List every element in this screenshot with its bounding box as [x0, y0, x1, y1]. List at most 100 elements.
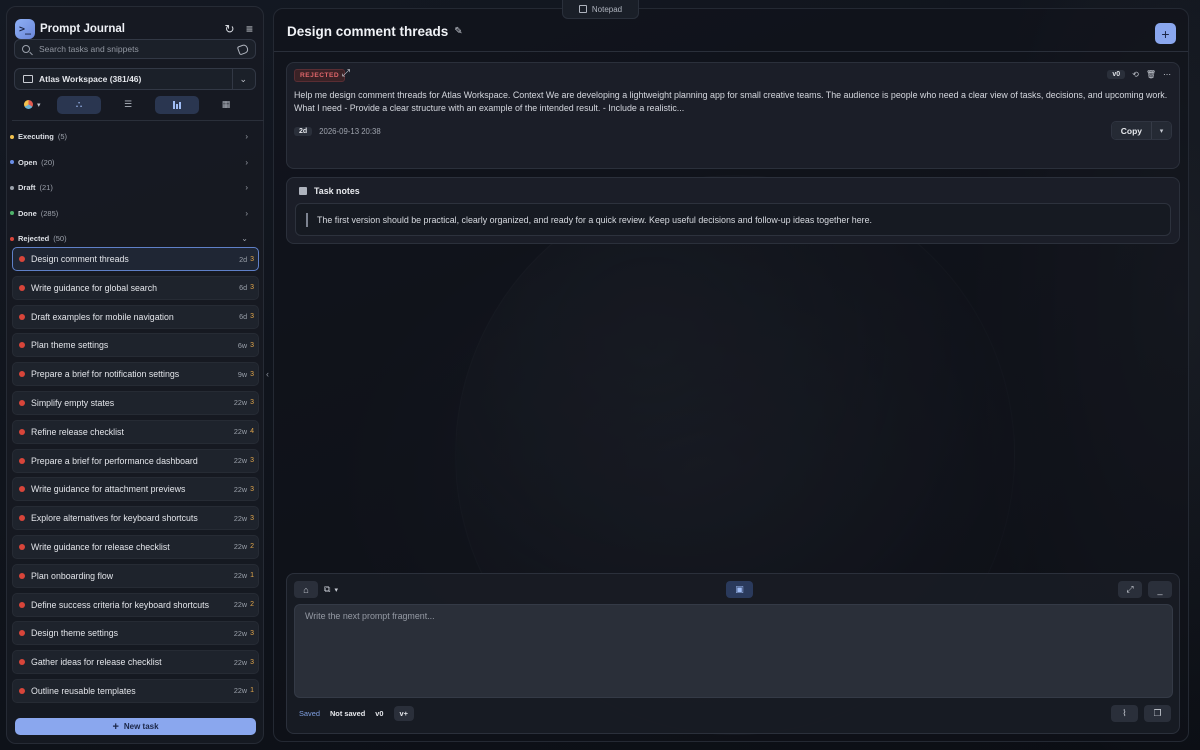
page-title-row: Design comment threads ✎	[287, 24, 463, 39]
quote-bar	[306, 212, 308, 227]
task-title: Write guidance for global search	[31, 282, 157, 293]
new-version-button[interactable]: v+	[393, 706, 414, 721]
group-row-done[interactable]: Done (285) ›	[8, 201, 251, 227]
history-icon[interactable]: ⟲	[1132, 70, 1139, 79]
tag-icon[interactable]	[236, 43, 250, 55]
bar-chart-icon	[173, 100, 181, 109]
workspace-label: Atlas Workspace (381/46)	[39, 74, 142, 84]
workspace-selector[interactable]: Atlas Workspace (381/46) ⌄	[14, 68, 256, 90]
app-title: Prompt Journal	[40, 23, 125, 35]
chevron-right-icon: ›	[245, 157, 248, 167]
task-item[interactable]: Write guidance for attachment previews 22…	[12, 477, 259, 502]
status-dot	[19, 687, 25, 694]
attach-button[interactable]: ⌇	[1111, 705, 1138, 722]
minimize-button[interactable]: _	[1148, 581, 1172, 598]
view-board-button[interactable]	[155, 95, 199, 114]
add-button[interactable]: +	[1155, 23, 1176, 44]
task-notes-header: Task notes	[299, 186, 360, 196]
collapse-sidebar-icon[interactable]: ‹	[266, 369, 269, 379]
task-age: 2d	[239, 254, 248, 264]
task-title: Gather ideas for release checklist	[31, 657, 162, 668]
task-count: 2	[250, 543, 254, 551]
tag-button[interactable]: ⌂	[294, 581, 318, 598]
more-icon[interactable]: ⋯	[1163, 70, 1171, 79]
task-age: 22w	[233, 456, 248, 466]
search-input[interactable]	[39, 44, 238, 54]
status-dot	[19, 371, 25, 378]
task-age: 22w	[233, 542, 248, 552]
task-title: Outline reusable templates	[31, 685, 136, 696]
new-task-button[interactable]: + New task	[15, 718, 256, 735]
prompt-meta: 2d 2026-09-13 20:38	[294, 127, 381, 136]
view-calendar-button[interactable]: ▦	[204, 96, 248, 114]
copy-button[interactable]: Copy	[1111, 122, 1151, 139]
trash-icon[interactable]: 🗑	[1146, 70, 1156, 79]
caret-down-icon[interactable]: ▾	[1151, 122, 1171, 139]
book-icon: ▣	[735, 584, 744, 594]
task-item[interactable]: Design comment threads 2d 3	[12, 247, 259, 271]
chevron-down-icon: ▾	[37, 101, 41, 109]
not-saved-status: Not saved	[329, 709, 366, 718]
task-item[interactable]: Explore alternatives for keyboard shortc…	[12, 506, 259, 531]
page-title: Design comment threads	[287, 24, 449, 39]
expand-icon[interactable]: ⤢	[342, 68, 350, 79]
workspace-divider	[232, 68, 234, 90]
status-badge: REJECTED	[294, 69, 346, 82]
expand-composer-button[interactable]: ⤢	[1118, 581, 1142, 598]
refresh-icon[interactable]: ↻	[224, 23, 235, 35]
preview-button[interactable]: ▣	[726, 581, 753, 598]
task-count: 3	[250, 313, 254, 321]
task-item[interactable]: Outline reusable templates 22w 1	[12, 678, 259, 703]
menu-icon[interactable]: ≡	[244, 23, 255, 35]
snippet-dropdown[interactable]: ⧉ ▾	[324, 584, 338, 595]
task-item[interactable]: Define success criteria for keyboard sho…	[12, 592, 259, 617]
task-item[interactable]: Plan onboarding flow 22w 1	[12, 563, 259, 588]
status-dot	[19, 515, 25, 522]
task-notes-text: The first version should be practical, c…	[317, 214, 872, 225]
task-item[interactable]: Write guidance for release checklist 22w 2	[12, 534, 259, 559]
task-age: 22w	[233, 628, 248, 638]
view-tree-button[interactable]: ⛬	[57, 95, 101, 114]
view-outline-button[interactable]: ☰	[106, 96, 150, 114]
task-count: 3	[250, 370, 254, 378]
task-item[interactable]: Prepare a brief for notification setting…	[12, 362, 259, 387]
group-count: (50)	[53, 234, 67, 244]
chevron-right-icon: ›	[245, 183, 248, 193]
prompt-input[interactable]	[294, 604, 1173, 698]
task-item[interactable]: Simplify empty states 22w 3	[12, 390, 259, 415]
task-notes-box[interactable]: The first version should be practical, c…	[295, 203, 1171, 236]
group-name: Executing	[18, 132, 54, 142]
status-dot	[19, 428, 25, 435]
status-dot	[10, 236, 14, 241]
main-divider	[274, 51, 1188, 52]
color-filter[interactable]: ▾	[14, 100, 52, 109]
task-age: 22w	[233, 600, 248, 610]
version-label[interactable]: v0	[375, 709, 383, 718]
task-title: Prepare a brief for notification setting…	[31, 369, 180, 380]
notepad-label: Notepad	[591, 4, 623, 14]
task-item[interactable]: Design theme settings 22w 3	[12, 621, 259, 646]
task-count: 3	[250, 658, 254, 666]
task-item[interactable]: Prepare a brief for performance dashboar…	[12, 448, 259, 473]
group-row-executing[interactable]: Executing (5) ›	[8, 124, 251, 150]
chevron-down-icon[interactable]: ⌄	[239, 74, 247, 85]
notepad-tab[interactable]: Notepad	[562, 0, 639, 19]
version-badge[interactable]: v0	[1107, 70, 1126, 79]
gallery-button[interactable]: ❐	[1144, 705, 1171, 722]
hierarchy-icon: ⛬	[75, 99, 83, 109]
task-title: Define success criteria for keyboard sho…	[31, 599, 209, 610]
edit-pen-icon[interactable]: ✎	[454, 26, 462, 37]
group-name: Open	[18, 157, 38, 167]
task-item[interactable]: Plan theme settings 6w 3	[12, 333, 259, 358]
task-age: 6d	[239, 312, 248, 322]
group-row-draft[interactable]: Draft (21) ›	[8, 175, 251, 201]
task-item[interactable]: Draft examples for mobile navigation 6d 3	[12, 304, 259, 329]
task-item[interactable]: Gather ideas for release checklist 22w 3	[12, 650, 259, 675]
task-notes-card: Task notes The first version should be p…	[286, 177, 1180, 244]
task-item[interactable]: Write guidance for global search 6d 3	[12, 275, 259, 300]
group-row-open[interactable]: Open (20) ›	[8, 150, 251, 176]
new-task-label: New task	[123, 722, 159, 731]
caret-down-icon: ▾	[334, 586, 338, 594]
task-item[interactable]: Refine release checklist 22w 4	[12, 419, 259, 444]
task-title: Design theme settings	[31, 628, 119, 639]
